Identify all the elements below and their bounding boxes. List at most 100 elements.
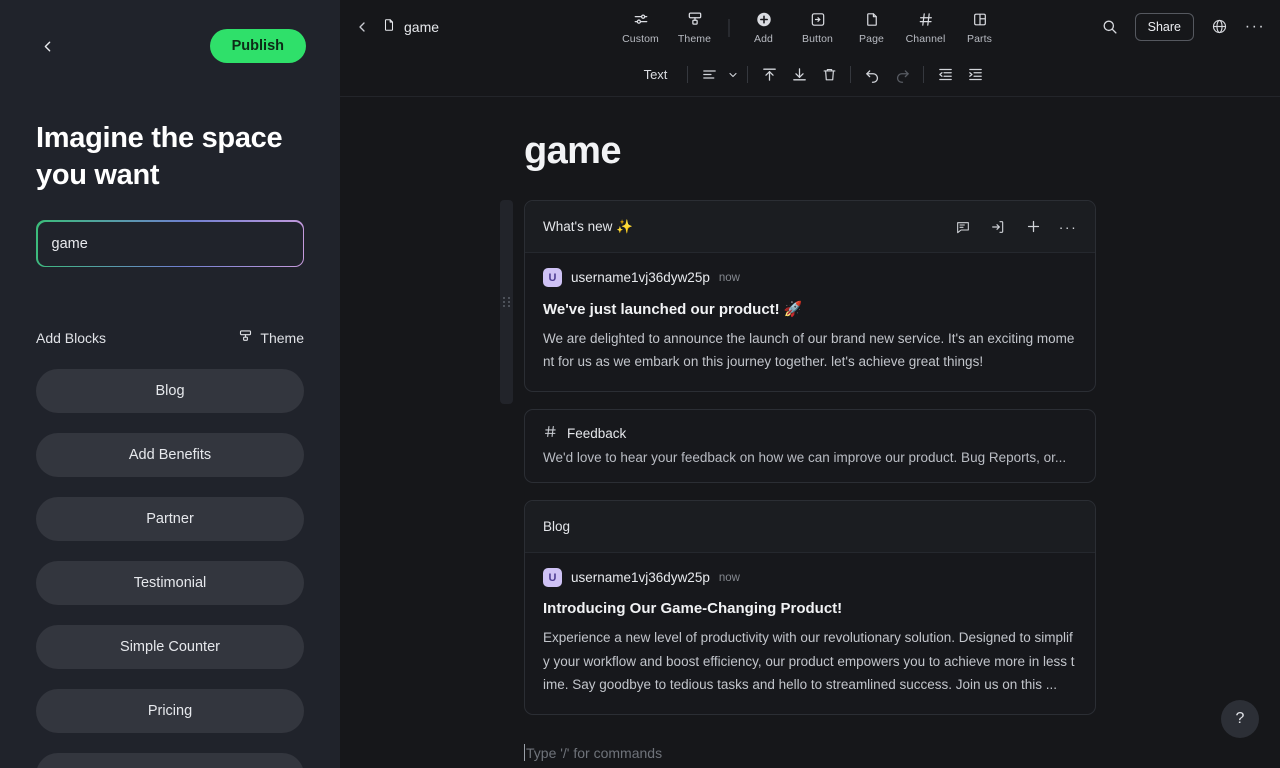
- paint-roller-icon: [686, 11, 703, 28]
- toolbar-divider: [687, 66, 689, 83]
- topbar-right-group: Share ···: [1099, 12, 1266, 41]
- page-icon: [863, 11, 880, 28]
- slash-command-placeholder-row[interactable]: Type '/' for commands: [524, 744, 1280, 762]
- tool-add-label: Add: [754, 32, 773, 45]
- card-title: Blog: [543, 519, 571, 535]
- prompt-input[interactable]: [51, 235, 289, 252]
- toolbar-divider: [923, 66, 925, 83]
- ellipsis-glyph: ···: [1244, 17, 1266, 35]
- enter-arrow-icon[interactable]: [989, 218, 1007, 236]
- block-button-pricing[interactable]: Pricing: [36, 689, 304, 734]
- tool-theme[interactable]: Theme: [668, 9, 722, 45]
- editor-topbar: game Custom Theme Add Button Page Channe…: [340, 0, 1280, 53]
- avatar: U: [543, 268, 562, 287]
- sliders-icon: [632, 11, 649, 28]
- card-header: Blog: [525, 501, 1095, 554]
- avatar: U: [543, 568, 562, 588]
- editor-tool-group: Custom Theme Add Button Page Channel Par…: [614, 9, 1007, 45]
- paint-roller-icon: [238, 329, 253, 347]
- tool-custom[interactable]: Custom: [614, 9, 668, 45]
- share-button[interactable]: Share: [1134, 12, 1194, 41]
- tool-channel-label: Channel: [905, 32, 946, 45]
- block-button-blog[interactable]: Blog: [36, 369, 304, 414]
- block-card-whats-new[interactable]: What's new ✨ ··· U username1vj36dyw25p n…: [524, 200, 1096, 393]
- sidebar-headline: Imagine the space you want: [36, 122, 283, 192]
- outdent-icon[interactable]: [930, 60, 960, 90]
- plus-icon[interactable]: [1024, 218, 1042, 236]
- post-meta: U username1vj36dyw25p now: [543, 568, 1077, 588]
- card-description: We'd love to hear your feedback on how w…: [543, 450, 1067, 466]
- indent-icon[interactable]: [960, 60, 990, 90]
- tool-add[interactable]: Add: [737, 9, 791, 45]
- app-root: Publish Imagine the space you want Add B…: [0, 0, 1280, 768]
- block-button-simple-counter[interactable]: Simple Counter: [36, 625, 304, 670]
- file-icon: [382, 18, 396, 35]
- editor-canvas: game What's new ✨ ··· U username1vj36dyw…: [340, 97, 1280, 768]
- align-dropdown[interactable]: [694, 60, 741, 90]
- add-blocks-label: Add Blocks: [36, 330, 107, 347]
- post-title: We've just launched our product! 🚀: [543, 301, 803, 318]
- help-button[interactable]: ?: [1221, 700, 1259, 738]
- sidebar-theme-label: Theme: [260, 330, 304, 347]
- ellipsis-icon[interactable]: ···: [1244, 16, 1266, 38]
- feed-post: U username1vj36dyw25p now Introducing Ou…: [525, 553, 1095, 714]
- hash-icon: [917, 11, 934, 28]
- card-header: What's new ✨ ···: [525, 201, 1095, 253]
- post-author: username1vj36dyw25p: [571, 270, 710, 285]
- block-button-next[interactable]: [36, 753, 304, 768]
- tool-parts[interactable]: Parts: [953, 9, 1007, 45]
- sidebar-theme-button[interactable]: Theme: [238, 329, 304, 347]
- grip-dots-icon: [503, 296, 510, 308]
- slash-command-placeholder: Type '/' for commands: [526, 744, 663, 761]
- add-blocks-header: Add Blocks Theme: [36, 329, 304, 347]
- prompt-input-wrapper[interactable]: [36, 220, 304, 268]
- tool-button[interactable]: Button: [791, 9, 845, 45]
- block-type-label[interactable]: Text: [630, 67, 682, 82]
- chevron-left-icon[interactable]: [34, 33, 60, 59]
- text-caret: [524, 744, 525, 762]
- hash-icon: [543, 424, 558, 443]
- tool-theme-label: Theme: [677, 32, 712, 45]
- tool-page[interactable]: Page: [845, 9, 899, 45]
- post-title: Introducing Our Game-Changing Product!: [543, 600, 843, 618]
- block-button-add-benefits[interactable]: Add Benefits: [36, 433, 304, 478]
- chevron-left-icon[interactable]: [348, 13, 376, 41]
- card-title: What's new ✨: [543, 218, 633, 234]
- block-button-testimonial[interactable]: Testimonial: [36, 561, 304, 606]
- ellipsis-icon[interactable]: ···: [1059, 218, 1077, 236]
- search-icon[interactable]: [1099, 16, 1121, 38]
- tool-parts-label: Parts: [966, 32, 992, 45]
- publish-button[interactable]: Publish: [209, 28, 306, 64]
- block-drag-handle[interactable]: [500, 200, 513, 404]
- block-button-partner[interactable]: Partner: [36, 497, 304, 542]
- breadcrumb-document[interactable]: game: [382, 18, 439, 35]
- card-title-row: Feedback: [543, 424, 1077, 443]
- post-body: Experience a new level of productivity w…: [543, 630, 1075, 692]
- toolbar-divider: [850, 66, 852, 83]
- undo-icon[interactable]: [857, 60, 887, 90]
- ellipsis-glyph: ···: [1058, 218, 1078, 235]
- arrow-up-line-icon[interactable]: [754, 60, 784, 90]
- add-blocks-list: Blog Add Benefits Partner Testimonial Si…: [36, 369, 304, 768]
- card-action-group: ···: [954, 218, 1077, 236]
- toolbar-divider: [747, 66, 749, 83]
- chevron-down-icon: [725, 60, 741, 90]
- page-title[interactable]: game: [524, 130, 1280, 173]
- block-format-toolbar: Text: [340, 53, 1280, 97]
- block-card-blog[interactable]: Blog U username1vj36dyw25p now Introduci…: [524, 500, 1096, 716]
- tool-channel[interactable]: Channel: [899, 9, 953, 45]
- toolbar-divider: [728, 18, 730, 37]
- trash-icon[interactable]: [814, 60, 844, 90]
- feed-post: U username1vj36dyw25p now We've just lau…: [525, 253, 1095, 391]
- post-timestamp: now: [718, 271, 740, 284]
- left-sidebar: Publish Imagine the space you want Add B…: [0, 0, 340, 768]
- arrow-down-line-icon[interactable]: [784, 60, 814, 90]
- block-card-feedback[interactable]: Feedback We'd love to hear your feedback…: [524, 409, 1096, 484]
- redo-icon[interactable]: [887, 60, 917, 90]
- sidebar-header: Publish: [0, 0, 340, 92]
- block-stack: What's new ✨ ··· U username1vj36dyw25p n…: [500, 200, 1096, 716]
- tool-custom-label: Custom: [622, 32, 659, 45]
- globe-icon[interactable]: [1208, 16, 1230, 38]
- layout-parts-icon: [971, 11, 988, 28]
- comments-icon[interactable]: [954, 218, 972, 236]
